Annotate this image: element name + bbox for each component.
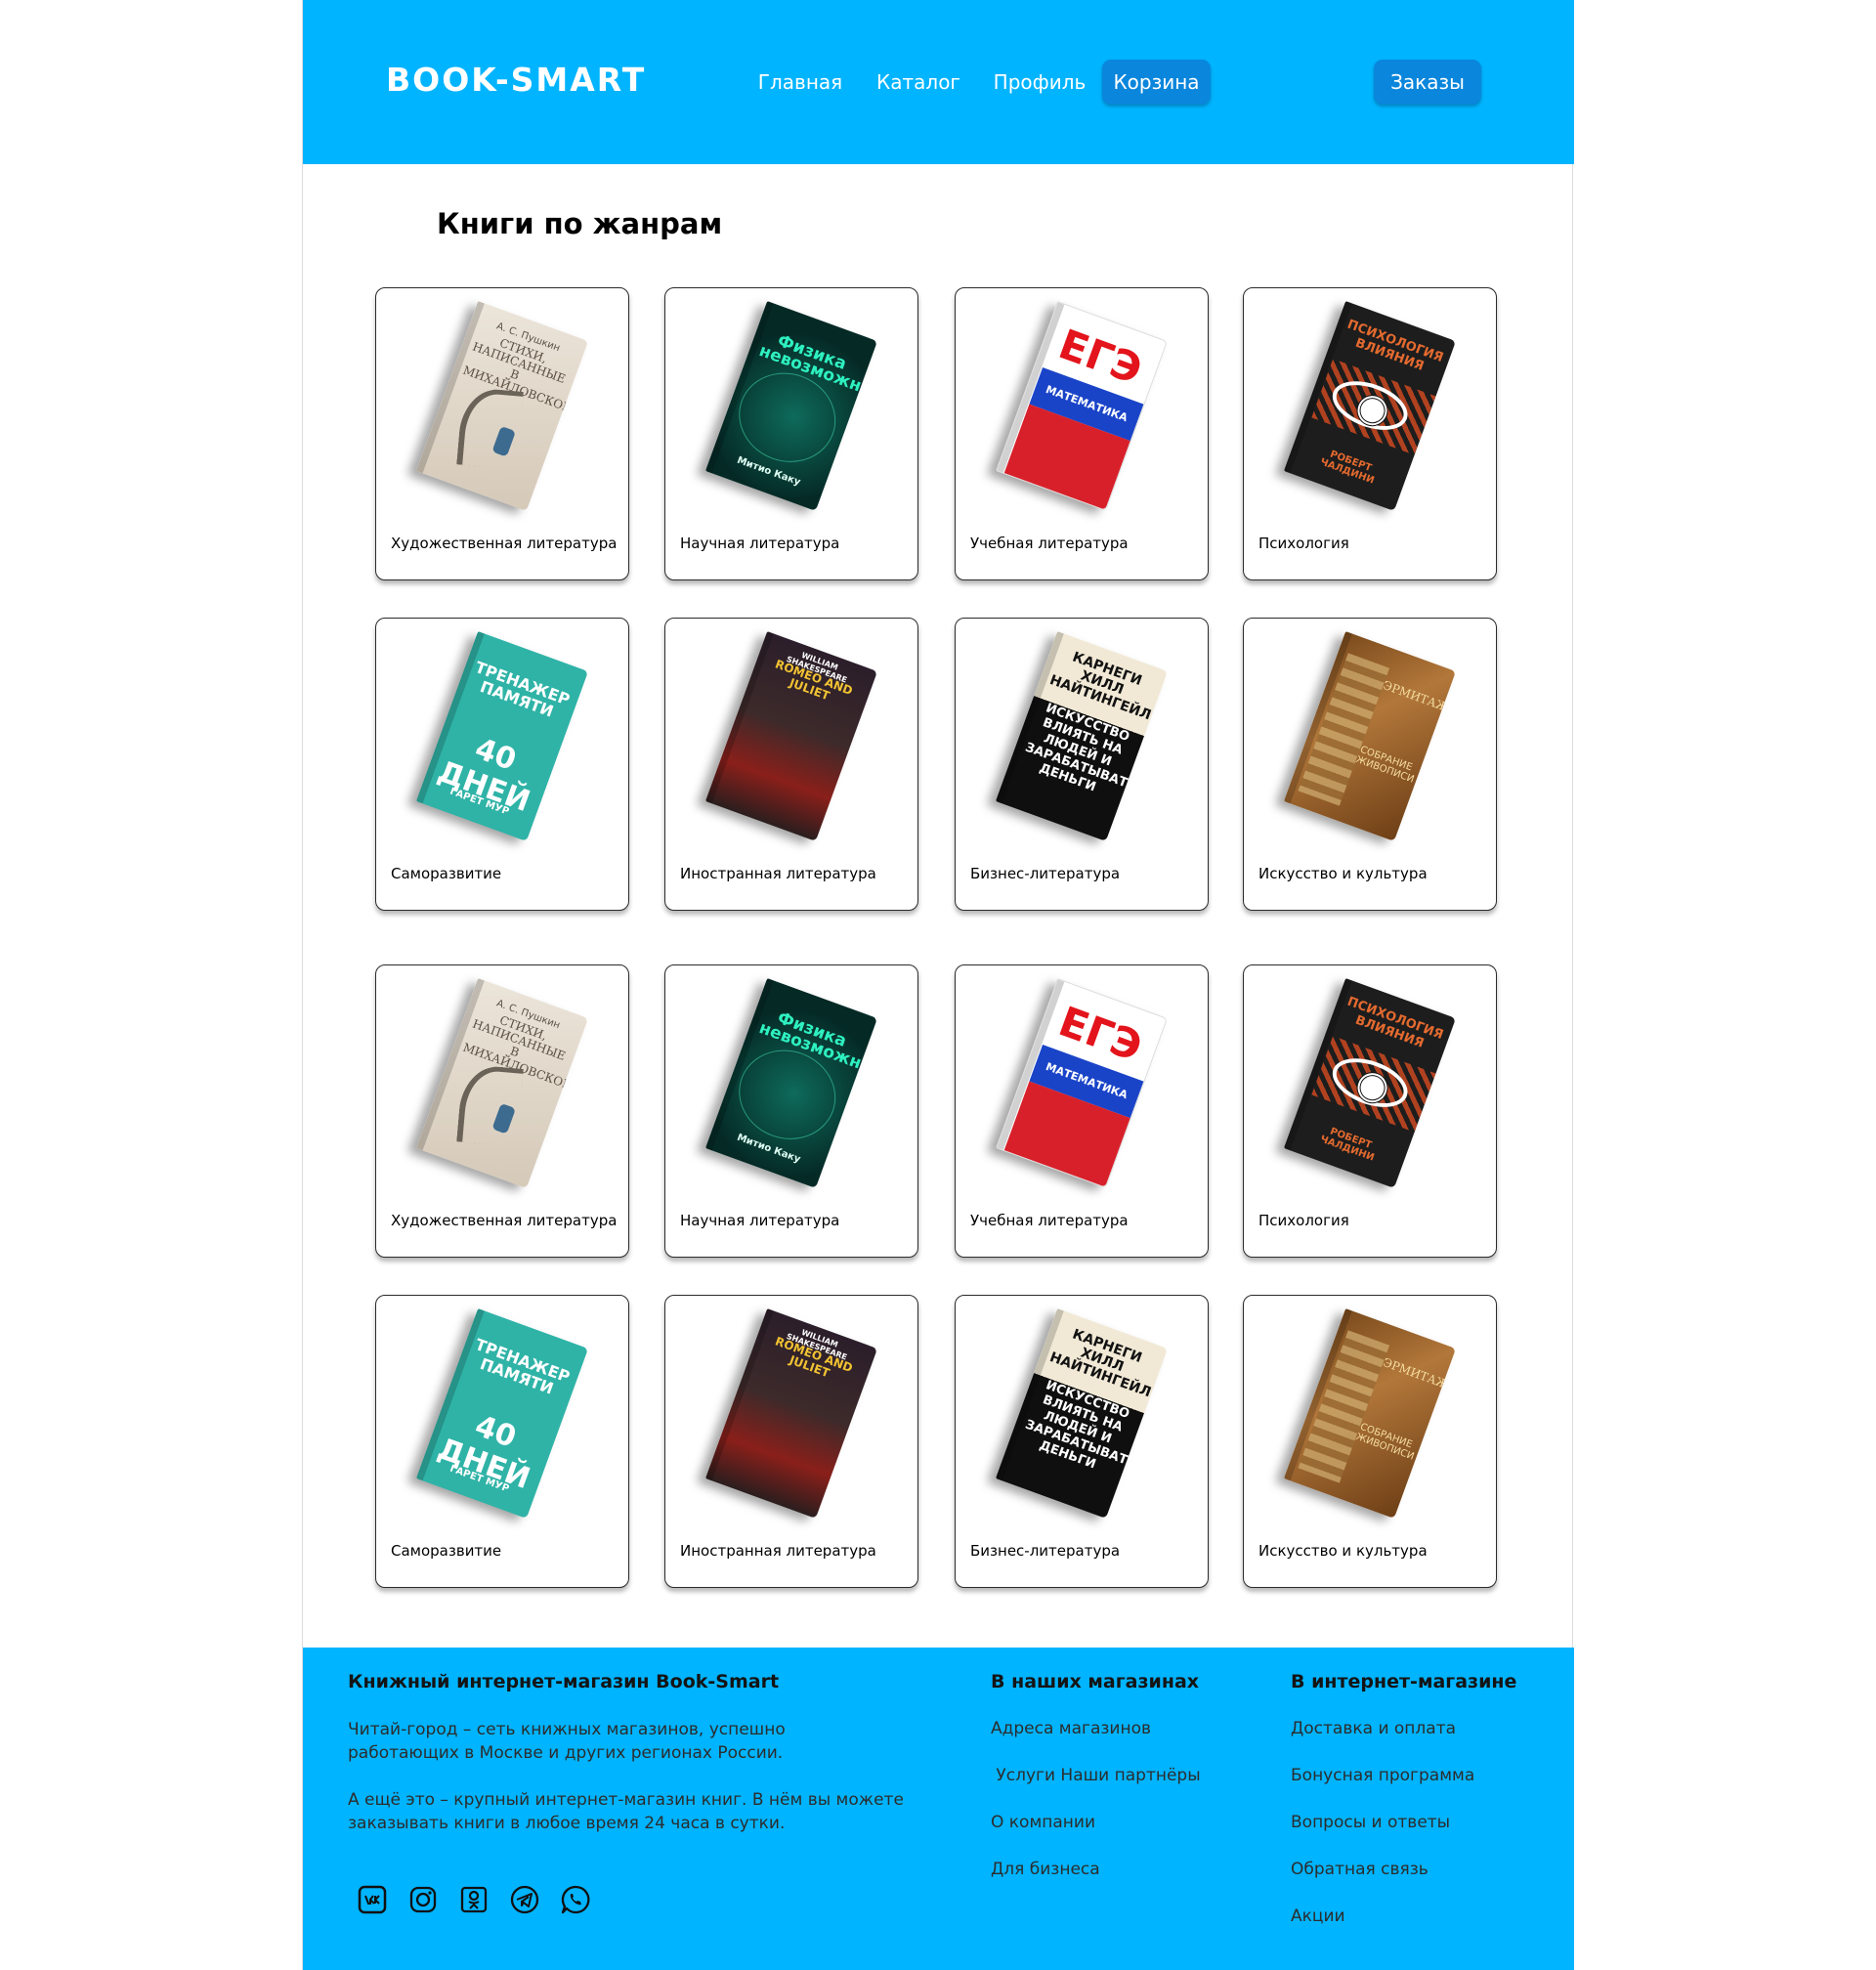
genre-card[interactable]: WILLIAM SHAKESPEARE ROMEO AND JULIET Инос…	[664, 618, 918, 911]
nav-profile[interactable]: Профиль	[986, 60, 1093, 105]
genre-card[interactable]: СТИХИ, НАПИСАННЫЕ В МИХАЙЛОВСКОМ А. С. Пу…	[375, 964, 629, 1258]
book-cover-image: ЭРМИТАЖ СОБРАНИЕ ЖИВОПИСИ	[1283, 1307, 1457, 1519]
site-footer: Книжный интернет-магазин Book-Smart Чита…	[303, 1648, 1574, 1970]
genre-card[interactable]: Физика невозможного Митио Каку Научная ли…	[664, 964, 918, 1258]
footer-link-store-addresses[interactable]: Адреса магазинов	[991, 1719, 1151, 1738]
book-cover-image: КАРНЕГИ ХИЛЛ НАЙТИНГЕЙЛ ИСКУССТВО ВЛИЯТЬ …	[995, 1307, 1169, 1519]
genre-label: Искусство и культура	[1258, 1542, 1428, 1560]
genre-label: Психология	[1258, 535, 1349, 552]
genre-card[interactable]: ЭРМИТАЖ СОБРАНИЕ ЖИВОПИСИ Искусство и кул…	[1243, 618, 1497, 911]
book-cover-image: СТИХИ, НАПИСАННЫЕ В МИХАЙЛОВСКОМ А. С. Пу…	[415, 977, 589, 1188]
footer-about-text-2: А ещё это – крупный интернет-магазин кни…	[348, 1790, 904, 1833]
genre-label: Учебная литература	[970, 1212, 1129, 1229]
book-cover-image: ТРЕНАЖЕР ПАМЯТИ 40 ДНЕЙ ГАРЕТ МУР	[415, 1307, 589, 1519]
genre-card[interactable]: WILLIAM SHAKESPEARE ROMEO AND JULIET Инос…	[664, 1295, 918, 1588]
footer-about-text: Читай-город – сеть книжных магазинов, ус…	[348, 1720, 786, 1763]
orders-button[interactable]: Заказы	[1374, 60, 1481, 105]
genre-label: Художественная литература	[391, 535, 618, 552]
telegram-icon[interactable]	[508, 1883, 541, 1916]
footer-link-feedback[interactable]: Обратная связь	[1291, 1860, 1428, 1879]
book-cover-image: ЕГЭ МАТЕМАТИКА	[995, 300, 1169, 511]
footer-stores-title: В наших магазинах	[991, 1671, 1200, 1692]
genre-card[interactable]: Физика невозможного Митио Каку Научная ли…	[664, 287, 918, 580]
genre-label: Научная литература	[680, 1212, 840, 1229]
nav-catalog[interactable]: Каталог	[870, 60, 967, 105]
whatsapp-icon[interactable]	[559, 1883, 592, 1916]
genre-card[interactable]: ЕГЭ МАТЕМАТИКА Учебная литература	[955, 287, 1209, 580]
footer-link-delivery[interactable]: Доставка и оплата	[1291, 1719, 1456, 1738]
genre-card[interactable]: ПСИХОЛОГИЯ ВЛИЯНИЯ РОБЕРТ ЧАЛДИНИ Психоло…	[1243, 287, 1497, 580]
nav-home[interactable]: Главная	[751, 60, 849, 105]
instagram-icon[interactable]	[406, 1883, 440, 1916]
footer-link-faq[interactable]: Вопросы и ответы	[1291, 1813, 1450, 1832]
site-header: BOOK-SMART Главная Каталог Профиль Корзи…	[303, 0, 1574, 164]
book-cover-image: Физика невозможного Митио Каку	[704, 977, 878, 1188]
vk-icon[interactable]	[356, 1883, 389, 1916]
genre-label: Саморазвитие	[391, 1542, 502, 1560]
book-cover-image: СТИХИ, НАПИСАННЫЕ В МИХАЙЛОВСКОМ А. С. Пу…	[415, 300, 589, 511]
genre-card[interactable]: СТИХИ, НАПИСАННЫЕ В МИХАЙЛОВСКОМ А. С. Пу…	[375, 287, 629, 580]
genre-label: Иностранная литература	[680, 1542, 876, 1560]
genre-card[interactable]: КАРНЕГИ ХИЛЛ НАЙТИНГЕЙЛ ИСКУССТВО ВЛИЯТЬ …	[955, 1295, 1209, 1588]
book-cover-image: ЭРМИТАЖ СОБРАНИЕ ЖИВОПИСИ	[1283, 630, 1457, 841]
footer-online-title: В интернет-магазине	[1291, 1671, 1517, 1692]
genre-card[interactable]: ТРЕНАЖЕР ПАМЯТИ 40 ДНЕЙ ГАРЕТ МУР Саморазв…	[375, 618, 629, 911]
book-cover-image: WILLIAM SHAKESPEARE ROMEO AND JULIET	[704, 1307, 878, 1519]
footer-about-title: Книжный интернет-магазин Book-Smart	[348, 1671, 780, 1692]
book-cover-image: ЕГЭ МАТЕМАТИКА	[995, 977, 1169, 1188]
footer-link-services-partners[interactable]: Услуги Наши партнёры	[991, 1766, 1200, 1785]
genre-card[interactable]: КАРНЕГИ ХИЛЛ НАЙТИНГЕЙЛ ИСКУССТВО ВЛИЯТЬ …	[955, 618, 1209, 911]
page: BOOK-SMART Главная Каталог Профиль Корзи…	[302, 0, 1574, 1970]
main-nav: Главная Каталог Профиль Корзина Заказы	[303, 60, 1574, 105]
book-cover-image: ПСИХОЛОГИЯ ВЛИЯНИЯ РОБЕРТ ЧАЛДИНИ	[1283, 977, 1457, 1188]
genre-label: Художественная литература	[391, 1212, 618, 1229]
book-cover-image: КАРНЕГИ ХИЛЛ НАЙТИНГЕЙЛ ИСКУССТВО ВЛИЯТЬ …	[995, 630, 1169, 841]
footer-link-bonus[interactable]: Бонусная программа	[1291, 1766, 1474, 1785]
cart-button[interactable]: Корзина	[1102, 60, 1211, 105]
footer-link-about-company[interactable]: О компании	[991, 1813, 1095, 1832]
genre-label: Бизнес-литература	[970, 1542, 1121, 1560]
genre-label: Учебная литература	[970, 535, 1129, 552]
genre-card[interactable]: ЭРМИТАЖ СОБРАНИЕ ЖИВОПИСИ Искусство и кул…	[1243, 1295, 1497, 1588]
footer-link-promotions[interactable]: Акции	[1291, 1906, 1345, 1926]
book-cover-image: Физика невозможного Митио Каку	[704, 300, 878, 511]
footer-link-for-business[interactable]: Для бизнеса	[991, 1860, 1100, 1879]
genre-label: Бизнес-литература	[970, 865, 1121, 882]
genre-card[interactable]: ТРЕНАЖЕР ПАМЯТИ 40 ДНЕЙ ГАРЕТ МУР Саморазв…	[375, 1295, 629, 1588]
section-title: Книги по жанрам	[437, 207, 723, 240]
genre-label: Научная литература	[680, 535, 840, 552]
genre-label: Искусство и культура	[1258, 865, 1428, 882]
book-cover-image: ТРЕНАЖЕР ПАМЯТИ 40 ДНЕЙ ГАРЕТ МУР	[415, 630, 589, 841]
genre-label: Саморазвитие	[391, 865, 502, 882]
genre-label: Иностранная литература	[680, 865, 876, 882]
book-cover-image: WILLIAM SHAKESPEARE ROMEO AND JULIET	[704, 630, 878, 841]
genre-card[interactable]: ПСИХОЛОГИЯ ВЛИЯНИЯ РОБЕРТ ЧАЛДИНИ Психоло…	[1243, 964, 1497, 1258]
genre-label: Психология	[1258, 1212, 1349, 1229]
odnoklassniki-icon[interactable]	[457, 1883, 490, 1916]
book-cover-image: ПСИХОЛОГИЯ ВЛИЯНИЯ РОБЕРТ ЧАЛДИНИ	[1283, 300, 1457, 511]
genre-card[interactable]: ЕГЭ МАТЕМАТИКА Учебная литература	[955, 964, 1209, 1258]
